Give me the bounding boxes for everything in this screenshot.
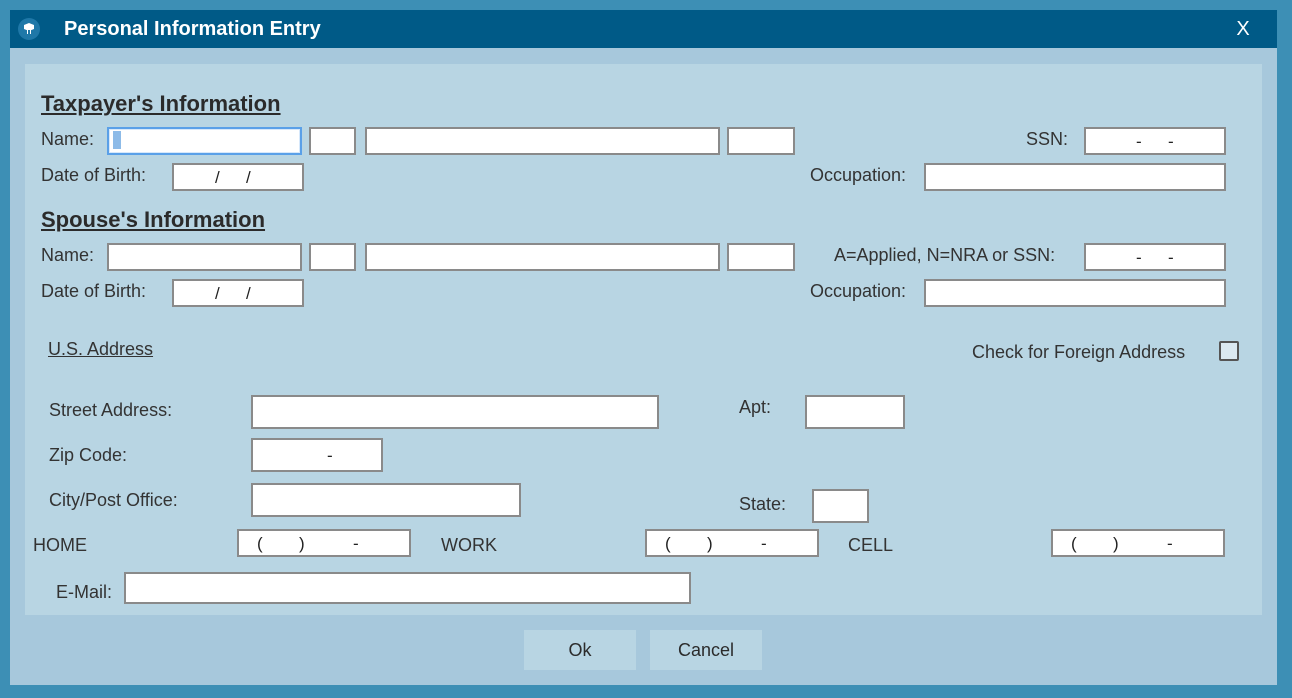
apt-label: Apt: [739,397,772,417]
work-phone-input[interactable]: ( ) - [645,529,819,557]
taxpayer-dob-label: Date of Birth: [41,165,147,185]
taxpayer-heading: Taxpayer's Information [41,91,281,116]
date-separator: / [215,284,220,303]
spouse-ssn-input[interactable]: - - [1084,243,1226,271]
cancel-button[interactable]: Cancel [650,630,762,670]
city-input[interactable] [251,483,521,517]
ssn-separator: - [1168,132,1174,151]
taxpayer-suffix-input[interactable] [727,127,795,155]
email-label: E-Mail: [56,582,113,602]
spouse-last-name-input[interactable] [365,243,720,271]
taxpayer-middle-initial-input[interactable] [309,127,356,155]
taxpayer-occupation-label: Occupation: [810,165,907,185]
zip-code-label: Zip Code: [49,445,128,465]
spouse-name-label: Name: [41,245,95,265]
taxpayer-ssn-input[interactable]: - - [1084,127,1226,155]
phone-paren-close: ) [299,534,305,553]
taxpayer-first-name-wrap [107,127,302,155]
ok-button[interactable]: Ok [524,630,636,670]
date-separator: / [215,168,220,187]
phone-separator: - [353,534,359,553]
taxpayer-last-name-input[interactable] [365,127,720,155]
spouse-heading: Spouse's Information [41,207,266,232]
text-caret [113,131,121,149]
form-panel: Taxpayer's Information Name: SSN: - - Da… [25,64,1262,615]
foreign-address-label: Check for Foreign Address [972,342,1186,362]
taxpayer-ssn-label: SSN: [1026,129,1069,149]
city-label: City/Post Office: [49,490,178,510]
phone-paren-open: ( [665,534,671,553]
phone-paren-open: ( [257,534,263,553]
taxpayer-first-name-input[interactable] [107,127,302,155]
spouse-suffix-input[interactable] [727,243,795,271]
ssn-separator: - [1136,132,1142,151]
phone-separator: - [761,534,767,553]
window-title: Personal Information Entry [64,18,321,40]
foreign-address-checkbox[interactable] [1219,341,1239,361]
spouse-occupation-input[interactable] [924,279,1226,307]
date-separator: / [246,284,251,303]
cell-phone-input[interactable]: ( ) - [1051,529,1225,557]
taxpayer-name-label: Name: [41,129,95,149]
spouse-occupation-label: Occupation: [810,281,907,301]
spouse-ssn-label: A=Applied, N=NRA or SSN: [834,245,1056,265]
taxpayer-dob-input[interactable]: / / [172,163,304,191]
taxpayer-occupation-input[interactable] [924,163,1226,191]
ssn-separator: - [1168,248,1174,267]
home-phone-label: HOME [33,535,87,555]
email-input[interactable] [124,572,691,604]
phone-paren-close: ) [1113,534,1119,553]
zip-separator: - [327,446,333,465]
phone-paren-open: ( [1071,534,1077,553]
street-address-input[interactable] [251,395,659,429]
home-phone-input[interactable]: ( ) - [237,529,411,557]
work-phone-label: WORK [441,535,497,555]
spouse-dob-label: Date of Birth: [41,281,147,301]
zip-code-input[interactable]: - [251,438,383,472]
phone-separator: - [1167,534,1173,553]
spouse-dob-input[interactable]: / / [172,279,304,307]
app-logo-icon [18,18,40,40]
spouse-first-name-input[interactable] [107,243,302,271]
state-label: State: [739,494,787,514]
state-input[interactable] [812,489,869,523]
phone-paren-close: ) [707,534,713,553]
us-address-link[interactable]: U.S. Address [48,339,153,360]
ssn-separator: - [1136,248,1142,267]
personal-info-dialog: Personal Information Entry X Taxpayer's … [10,10,1277,685]
spouse-middle-initial-input[interactable] [309,243,356,271]
street-address-label: Street Address: [49,400,173,420]
close-button[interactable]: X [1228,16,1258,42]
cell-phone-label: CELL [848,535,894,555]
apt-input[interactable] [805,395,905,429]
date-separator: / [246,168,251,187]
title-bar: Personal Information Entry X [10,10,1277,48]
